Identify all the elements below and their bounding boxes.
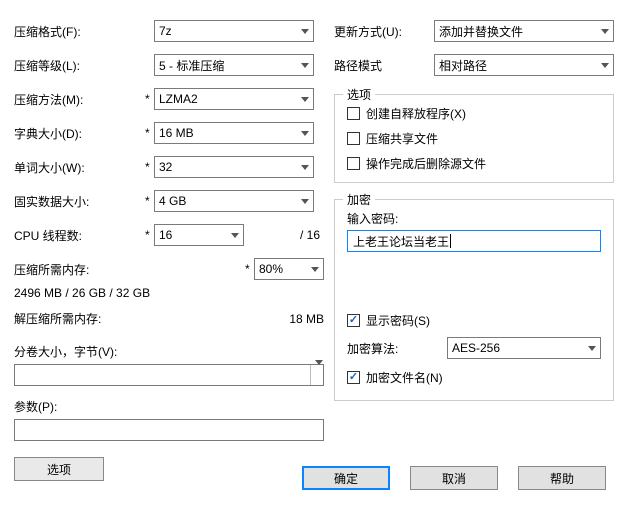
caret-icon — [450, 234, 451, 248]
solid-value: 4 GB — [159, 194, 186, 208]
show-password-label: 显示密码(S) — [366, 312, 430, 329]
param-input[interactable] — [14, 419, 324, 441]
chevron-down-icon — [231, 233, 239, 238]
chevron-down-icon — [301, 199, 309, 204]
volume-combo[interactable] — [14, 364, 324, 386]
options-fieldset: 选项 创建自释放程序(X) 压缩共享文件 操作完成后删除源文件 — [334, 94, 614, 183]
algo-select[interactable]: AES-256 — [447, 337, 601, 359]
word-select[interactable]: 32 — [154, 156, 314, 178]
chevron-down-icon — [301, 165, 309, 170]
mem-decomp-label: 解压缩所需内存: — [14, 310, 101, 327]
volume-label: 分卷大小，字节(V): — [14, 343, 324, 360]
method-label: 压缩方法(M): — [14, 91, 154, 108]
share-checkbox[interactable] — [347, 132, 360, 145]
sfx-label: 创建自释放程序(X) — [366, 105, 466, 122]
password-input[interactable]: 上老王论坛当老王 — [347, 230, 601, 252]
password-value: 上老王论坛当老王 — [353, 233, 449, 250]
level-label: 压缩等级(L): — [14, 57, 154, 74]
options-legend: 选项 — [343, 86, 375, 103]
level-select[interactable]: 5 - 标准压缩 — [154, 54, 314, 76]
encrypt-names-label: 加密文件名(N) — [366, 369, 443, 386]
update-label: 更新方式(U): — [334, 23, 434, 40]
path-label: 路径模式 — [334, 57, 434, 74]
chevron-down-icon — [301, 29, 309, 34]
path-select[interactable]: 相对路径 — [434, 54, 614, 76]
chevron-down-icon — [315, 360, 323, 379]
update-value: 添加并替换文件 — [439, 23, 523, 40]
format-label: 压缩格式(F): — [14, 23, 154, 40]
cpu-label: CPU 线程数: — [14, 227, 154, 244]
chevron-down-icon — [588, 346, 596, 351]
encryption-fieldset: 加密 输入密码: 上老王论坛当老王 显示密码(S) 加密算法: AES-256 … — [334, 199, 614, 401]
cpu-total: / 16 — [300, 228, 324, 242]
dict-select[interactable]: 16 MB — [154, 122, 314, 144]
format-select[interactable]: 7z — [154, 20, 314, 42]
update-select[interactable]: 添加并替换文件 — [434, 20, 614, 42]
mem-pct-value: 80% — [259, 262, 283, 276]
delete-label: 操作完成后删除源文件 — [366, 155, 486, 172]
cpu-select[interactable]: 16 — [154, 224, 244, 246]
method-value: LZMA2 — [159, 92, 198, 106]
word-label: 单词大小(W): — [14, 159, 154, 176]
chevron-down-icon — [601, 63, 609, 68]
chevron-down-icon — [301, 131, 309, 136]
algo-value: AES-256 — [452, 341, 500, 355]
method-select[interactable]: LZMA2 — [154, 88, 314, 110]
show-password-checkbox[interactable] — [347, 314, 360, 327]
password-label: 输入密码: — [347, 210, 601, 227]
algo-label: 加密算法: — [347, 340, 447, 357]
help-button[interactable]: 帮助 — [518, 466, 606, 490]
encryption-legend: 加密 — [343, 191, 375, 208]
chevron-down-icon — [601, 29, 609, 34]
sfx-checkbox[interactable] — [347, 107, 360, 120]
solid-label: 固实数据大小: — [14, 193, 154, 210]
share-label: 压缩共享文件 — [366, 130, 438, 147]
cpu-value: 16 — [159, 228, 172, 242]
path-value: 相对路径 — [439, 57, 487, 74]
chevron-down-icon — [311, 267, 319, 272]
level-value: 5 - 标准压缩 — [159, 57, 224, 74]
mem-pct-select[interactable]: 80% — [254, 258, 324, 280]
encrypt-names-checkbox[interactable] — [347, 371, 360, 384]
options-button[interactable]: 选项 — [14, 457, 104, 481]
format-value: 7z — [159, 24, 172, 38]
delete-checkbox[interactable] — [347, 157, 360, 170]
dict-value: 16 MB — [159, 126, 194, 140]
cancel-button[interactable]: 取消 — [410, 466, 498, 490]
mem-comp-label: 压缩所需内存: — [14, 261, 89, 278]
word-value: 32 — [159, 160, 172, 174]
ok-button[interactable]: 确定 — [302, 466, 390, 490]
mem-decomp-value: 18 MB — [289, 312, 324, 326]
solid-select[interactable]: 4 GB — [154, 190, 314, 212]
dict-label: 字典大小(D): — [14, 125, 154, 142]
mem-comp-detail: 2496 MB / 26 GB / 32 GB — [14, 286, 324, 300]
chevron-down-icon — [301, 63, 309, 68]
param-label: 参数(P): — [14, 398, 324, 415]
chevron-down-icon — [301, 97, 309, 102]
